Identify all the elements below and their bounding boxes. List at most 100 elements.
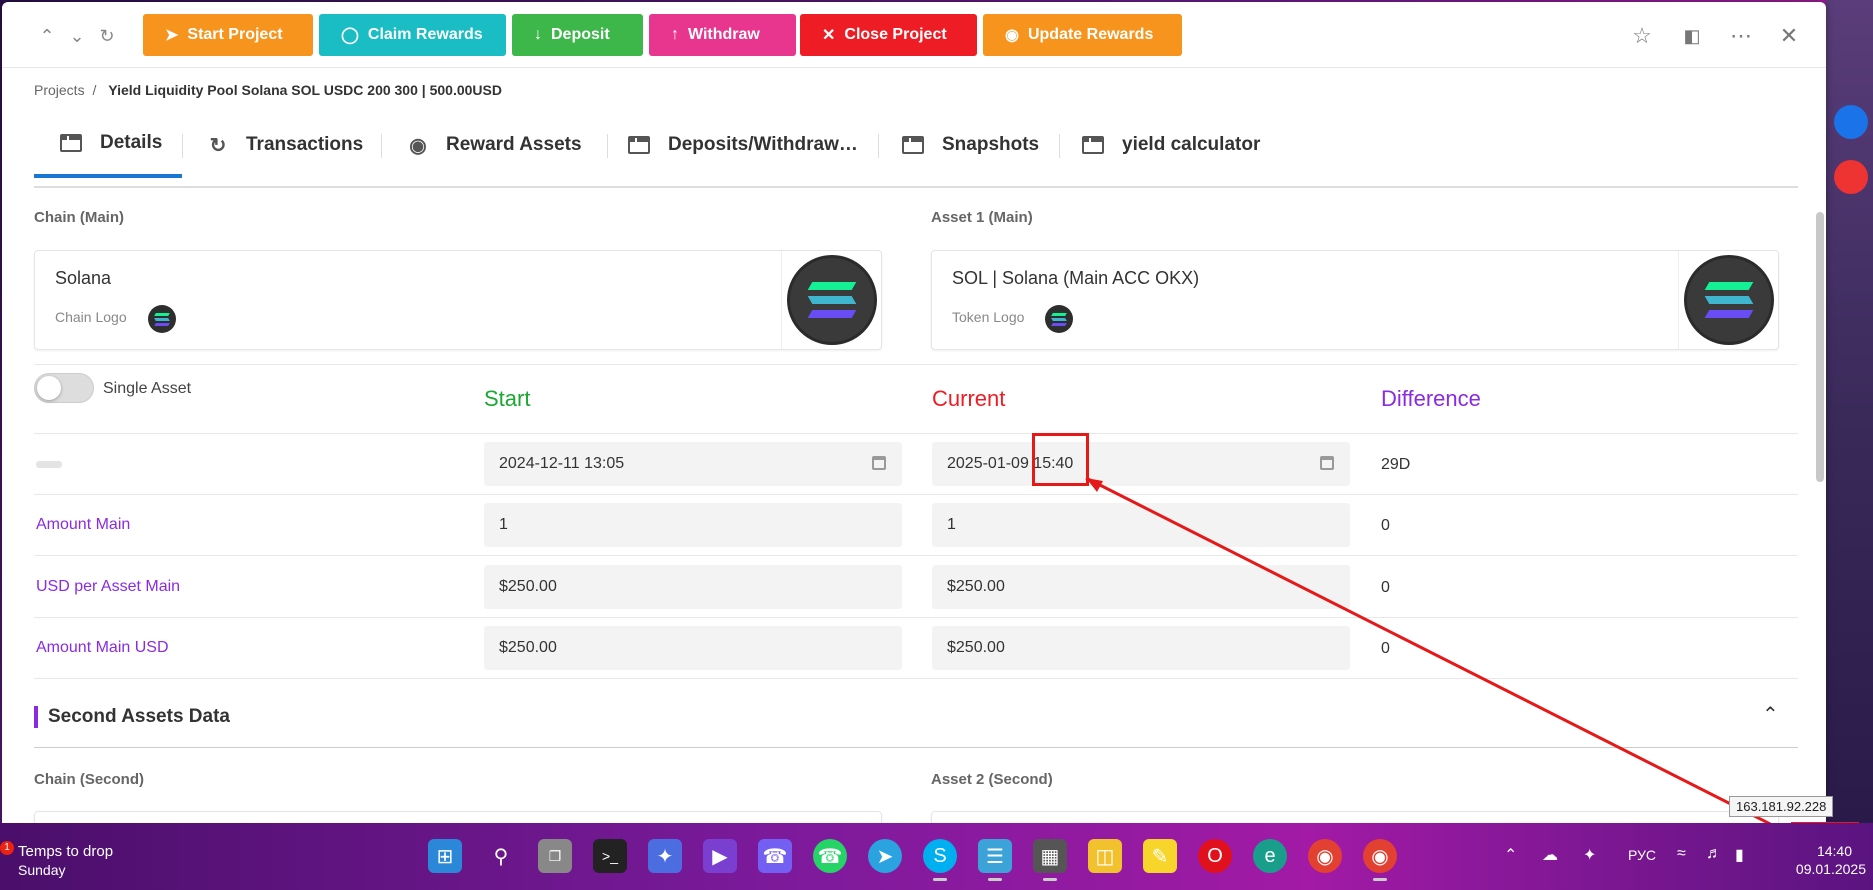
- solana-small-logo-icon: [148, 305, 176, 333]
- scrollbar[interactable]: [1816, 212, 1824, 482]
- amount-main-usd-current-input[interactable]: $250.00: [932, 626, 1350, 670]
- usd-per-asset-difference: 0: [1381, 579, 1390, 596]
- tab-transactions[interactable]: ↻ Transactions: [206, 112, 364, 178]
- deposit-button[interactable]: ↓ Deposit: [512, 14, 643, 56]
- battery-icon[interactable]: ▮: [1735, 845, 1744, 865]
- volume-icon[interactable]: ♬: [1706, 845, 1722, 863]
- amount-main-start-input[interactable]: 1: [484, 503, 902, 547]
- usd-per-asset-label: USD per Asset Main: [36, 578, 181, 595]
- tab-reward-assets[interactable]: ◉ Reward Assets: [406, 112, 582, 178]
- usd-per-asset-start-input[interactable]: $250.00: [484, 565, 902, 609]
- wifi-icon[interactable]: ≈: [1677, 845, 1686, 863]
- window-icon: [1082, 136, 1104, 154]
- more-icon[interactable]: ⋯: [1727, 22, 1755, 50]
- calculator-icon[interactable]: ▦: [1033, 839, 1067, 881]
- claim-rewards-button[interactable]: ◯ Claim Rewards: [319, 14, 506, 56]
- tab-deposits-withdraws[interactable]: Deposits/Withdraw…: [628, 112, 858, 178]
- tab-bar: Details ↻ Transactions ◉ Reward Assets Dep…: [34, 112, 1798, 188]
- chrome-icon[interactable]: ◉: [1308, 839, 1342, 873]
- close-project-button[interactable]: ✕ Close Project: [800, 14, 977, 56]
- edge-icon[interactable]: e: [1253, 839, 1287, 873]
- app-tray-icon[interactable]: ✦: [1583, 845, 1596, 865]
- close-window-icon[interactable]: ✕: [1775, 22, 1803, 50]
- telegram-icon[interactable]: ➤: [868, 839, 902, 873]
- start-date-input[interactable]: 2024-12-11 13:05: [484, 442, 902, 486]
- chain-name: Solana: [55, 268, 112, 288]
- solana-logo-icon: [1683, 255, 1774, 345]
- clock-time: 14:40: [1816, 843, 1852, 859]
- column-start-header: Start: [484, 386, 531, 411]
- asset-main-label: Asset 1 (Main): [931, 209, 1033, 226]
- star-icon[interactable]: ☆: [1628, 22, 1656, 50]
- chevron-down-icon[interactable]: ⌄: [65, 24, 89, 48]
- deposit-icon: ↓: [534, 26, 542, 43]
- refresh-icon[interactable]: ↻: [95, 24, 119, 48]
- terminal-icon[interactable]: >_: [593, 839, 627, 873]
- start-date-value: 2024-12-11 13:05: [499, 455, 625, 472]
- notepad-icon[interactable]: ☰: [978, 839, 1012, 881]
- deposit-label: Deposit: [551, 26, 610, 43]
- chrome-profile-icon[interactable]: ◉: [1363, 839, 1397, 881]
- single-asset-toggle[interactable]: [34, 373, 94, 403]
- opera-icon[interactable]: O: [1198, 839, 1232, 873]
- tab-label: Reward Assets: [446, 134, 582, 155]
- copilot-icon[interactable]: ✦: [648, 839, 682, 873]
- amount-main-difference: 0: [1381, 517, 1390, 534]
- tab-yield-calculator[interactable]: yield calculator: [1082, 112, 1260, 178]
- asset-main-card[interactable]: SOL | Solana (Main ACC OKX) Token Logo: [931, 250, 1779, 350]
- start-project-button[interactable]: ➤ Start Project: [143, 14, 313, 56]
- chain-main-label: Chain (Main): [34, 209, 124, 226]
- desktop-app-icon[interactable]: [1834, 105, 1868, 139]
- sidebar-collapse-icon[interactable]: ◧: [1678, 22, 1706, 50]
- onedrive-icon[interactable]: ☁: [1542, 845, 1558, 865]
- desktop-app-icon[interactable]: [1834, 160, 1868, 194]
- amount-main-usd-start-input[interactable]: $250.00: [484, 626, 902, 670]
- withdraw-button[interactable]: ↑ Withdraw: [649, 14, 796, 56]
- task-view-icon[interactable]: ❐: [538, 839, 572, 873]
- chain-second-card[interactable]: [34, 811, 882, 823]
- toolbar: ⌃ ⌄ ↻ ➤ Start Project ◯ Claim Rewards ↓ Dep…: [2, 2, 1826, 68]
- token-logo-label: Token Logo: [952, 309, 1025, 325]
- exchange-icon: ↻: [209, 134, 227, 157]
- breadcrumb-projects-link[interactable]: Projects: [34, 82, 85, 98]
- update-rewards-label: Update Rewards: [1027, 26, 1154, 43]
- whatsapp-icon[interactable]: ☎: [813, 839, 847, 873]
- weather-widget[interactable]: Temps to drop Sunday: [18, 842, 113, 880]
- asset-second-card[interactable]: [931, 811, 1779, 823]
- divider: [34, 555, 1798, 556]
- amount-main-current-input[interactable]: 1: [932, 503, 1350, 547]
- annotation-highlight-current-time: [1032, 433, 1089, 486]
- chevron-up-icon[interactable]: ⌃: [1504, 845, 1517, 865]
- tab-divider: [607, 134, 608, 158]
- update-rewards-button[interactable]: ◉ Update Rewards: [983, 14, 1182, 56]
- amount-main-start-value: 1: [499, 516, 508, 533]
- amount-main-usd-difference: 0: [1381, 640, 1390, 657]
- amount-main-usd-start-value: $250.00: [499, 639, 557, 656]
- skype-icon[interactable]: S: [923, 839, 957, 881]
- tab-details[interactable]: Details: [34, 112, 182, 178]
- windows-start-icon[interactable]: ⊞: [428, 839, 462, 873]
- sticky-notes-icon[interactable]: ✎: [1143, 839, 1177, 873]
- usd-per-asset-current-input[interactable]: $250.00: [932, 565, 1350, 609]
- file-explorer-icon[interactable]: ◫: [1088, 839, 1122, 873]
- tab-label: Deposits/Withdraw…: [668, 134, 858, 155]
- viber-icon[interactable]: ☎: [758, 839, 792, 873]
- calendar-icon[interactable]: [1320, 456, 1334, 470]
- clipchamp-icon[interactable]: ▶: [703, 839, 737, 873]
- divider: [34, 494, 1798, 495]
- calendar-icon[interactable]: [872, 456, 886, 470]
- asset-second-label: Asset 2 (Second): [931, 771, 1053, 788]
- tab-snapshots[interactable]: Snapshots: [902, 112, 1039, 178]
- amount-main-usd-current-value: $250.00: [947, 639, 1005, 656]
- chevron-up-icon[interactable]: ⌃: [35, 24, 59, 48]
- system-clock[interactable]: 14:40 09.01.2025: [1766, 842, 1866, 878]
- window-icon: [60, 134, 82, 152]
- chain-logo-label: Chain Logo: [55, 309, 127, 325]
- chain-main-card[interactable]: Solana Chain Logo: [34, 250, 882, 350]
- search-icon[interactable]: ⚲: [484, 839, 518, 873]
- current-date-input[interactable]: 2025-01-09 15:40: [932, 442, 1350, 486]
- weather-subtitle: Sunday: [18, 862, 66, 878]
- chevron-up-icon[interactable]: ⌃: [1762, 702, 1779, 727]
- piggy-bank-icon: ◯: [341, 27, 359, 44]
- language-indicator[interactable]: РУС: [1628, 847, 1656, 863]
